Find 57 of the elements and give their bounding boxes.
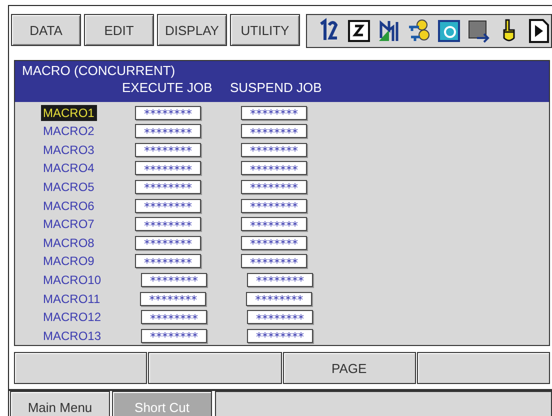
macro-name[interactable]: MACRO12 [41, 309, 104, 326]
execute-job-field[interactable]: ******** [135, 254, 201, 268]
suspend-job-field[interactable]: ******** [247, 272, 314, 287]
function-key[interactable] [148, 352, 282, 384]
execute-job-field[interactable]: ******** [135, 161, 201, 176]
suspend-job-field[interactable]: ******** [241, 236, 307, 250]
keys-icon[interactable] [407, 18, 431, 44]
execute-job-field[interactable]: ******** [135, 217, 201, 232]
chart-icon[interactable] [377, 18, 401, 44]
macro-name[interactable]: MACRO13 [41, 328, 104, 344]
execute-job-field[interactable]: ******** [141, 328, 208, 343]
suspend-job-field[interactable]: ******** [241, 254, 307, 268]
macro-name[interactable]: MACRO10 [41, 272, 104, 288]
suspend-job-field[interactable]: ******** [241, 161, 307, 176]
menu-button[interactable]: DISPLAY [157, 14, 227, 46]
frame-icon[interactable] [347, 18, 371, 44]
suspend-job-field[interactable]: ******** [241, 217, 307, 232]
suspend-job-field[interactable]: ******** [241, 180, 307, 194]
macro-name[interactable]: MACRO1 [41, 104, 97, 121]
menu-button[interactable]: EDIT [84, 14, 154, 46]
macro-name[interactable]: MACRO11 [41, 290, 102, 307]
panel-title: MACRO (CONCURRENT) [22, 63, 176, 80]
suspend-job-field[interactable]: ******** [241, 198, 307, 213]
coordinate-icon[interactable] [437, 18, 461, 44]
suspend-job-field[interactable]: ******** [241, 142, 307, 157]
suspend-job-field[interactable]: ******** [241, 106, 307, 120]
execute-job-field[interactable]: ******** [135, 106, 201, 120]
macro-name[interactable]: MACRO9 [41, 253, 97, 270]
execute-job-field[interactable]: ******** [135, 198, 201, 213]
suspend-job-field[interactable]: ******** [247, 310, 314, 324]
execute-job-field[interactable]: ******** [140, 292, 206, 306]
play-icon[interactable] [527, 18, 551, 44]
suspend-job-field[interactable]: ******** [246, 292, 312, 306]
function-key[interactable] [14, 352, 148, 384]
execute-job-field[interactable]: ******** [141, 272, 208, 287]
column-header: SUSPEND JOB [230, 80, 323, 97]
column-header: EXECUTE JOB [122, 80, 214, 97]
function-key[interactable] [416, 352, 550, 384]
suspend-job-field[interactable]: ******** [247, 328, 314, 343]
execute-job-field[interactable]: ******** [135, 142, 201, 157]
macro-name[interactable]: MACRO6 [41, 198, 97, 214]
macro-name[interactable]: MACRO7 [41, 216, 97, 232]
macro-name[interactable]: MACRO4 [41, 160, 97, 176]
menu-button[interactable]: DATA [11, 14, 81, 46]
exit-icon[interactable] [467, 18, 491, 44]
suspend-job-field[interactable]: ******** [241, 124, 307, 138]
execute-job-field[interactable]: ******** [135, 124, 201, 138]
macro-name[interactable]: MACRO5 [41, 178, 97, 195]
page-button[interactable]: PAGE [282, 352, 416, 384]
execute-job-field[interactable]: ******** [135, 180, 201, 194]
macro-name[interactable]: MACRO2 [41, 123, 97, 140]
macro-name[interactable]: MACRO3 [41, 142, 97, 158]
macro-name[interactable]: MACRO8 [41, 234, 97, 251]
execute-job-field[interactable]: ******** [141, 310, 208, 324]
bottom-button[interactable]: Main Menu [10, 391, 110, 416]
execute-job-field[interactable]: ******** [135, 236, 201, 250]
menu-button[interactable]: UTILITY [230, 14, 300, 46]
